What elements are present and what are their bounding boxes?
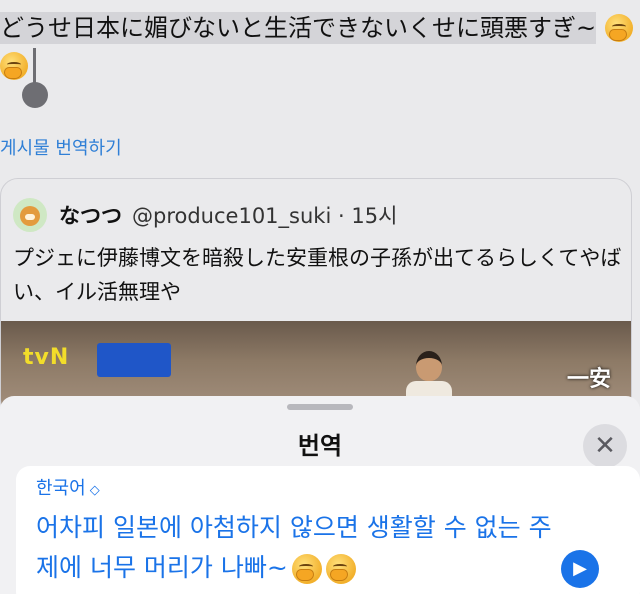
translated-text: 어차피 일본에 아첨하지 않으면 생활할 수 없는 주제에 너무 머리가 나빠~ xyxy=(36,508,566,588)
program-banner xyxy=(97,343,171,377)
yawning-face-icon xyxy=(0,52,28,80)
play-button[interactable]: ▶ xyxy=(561,550,599,588)
yawning-face-icon xyxy=(325,554,356,584)
quoted-tweet-body: プジェに伊藤博文を暗殺した安重根の子孫が出てるらしくてやばい、イル活無理や xyxy=(13,246,622,304)
translate-post-link[interactable]: 게시물 번역하기 xyxy=(0,134,122,160)
author-handle: @produce101_suki · 15시 xyxy=(132,200,397,230)
media-caption: 一安 xyxy=(567,367,612,392)
tweet-text: どうせ日本に媚びないと生活できないくせに頭悪すぎ~ xyxy=(0,8,640,48)
handle-text: @produce101_suki xyxy=(132,204,332,228)
quoted-tweet-header: なつつ @produce101_suki · 15시 xyxy=(13,197,397,233)
translation-sheet: 번역 ✕ 한국어 ◇ 어차피 일본에 아첨하지 않으면 생활할 수 없는 주제에 … xyxy=(0,396,640,594)
sheet-grabber[interactable] xyxy=(287,404,353,410)
sheet-title: 번역 xyxy=(297,432,343,460)
yawning-face-icon xyxy=(291,554,322,584)
play-icon: ▶ xyxy=(573,558,587,579)
channel-logo: tvN xyxy=(23,345,70,370)
quoted-tweet-card[interactable]: なつつ @produce101_suki · 15시 プジェに伊藤博文を暗殺した… xyxy=(0,178,632,418)
post-time: 15시 xyxy=(351,204,398,228)
chevron-updown-icon: ◇ xyxy=(89,483,100,498)
yawning-face-icon xyxy=(605,14,633,42)
language-label: 한국어 xyxy=(36,478,86,499)
language-selector[interactable]: 한국어 ◇ xyxy=(36,474,100,500)
avatar[interactable] xyxy=(13,198,47,232)
selection-handle[interactable] xyxy=(22,82,48,108)
tweet-text-selection: どうせ日本に媚びないと生活できないくせに頭悪すぎ~ xyxy=(0,12,597,44)
author-name[interactable]: なつつ xyxy=(59,200,122,230)
translation-card: 한국어 ◇ 어차피 일본에 아첨하지 않으면 생활할 수 없는 주제에 너무 머리… xyxy=(16,466,640,594)
close-button[interactable]: ✕ xyxy=(583,424,627,468)
separator-dot: · xyxy=(337,204,345,228)
close-icon: ✕ xyxy=(594,431,616,461)
